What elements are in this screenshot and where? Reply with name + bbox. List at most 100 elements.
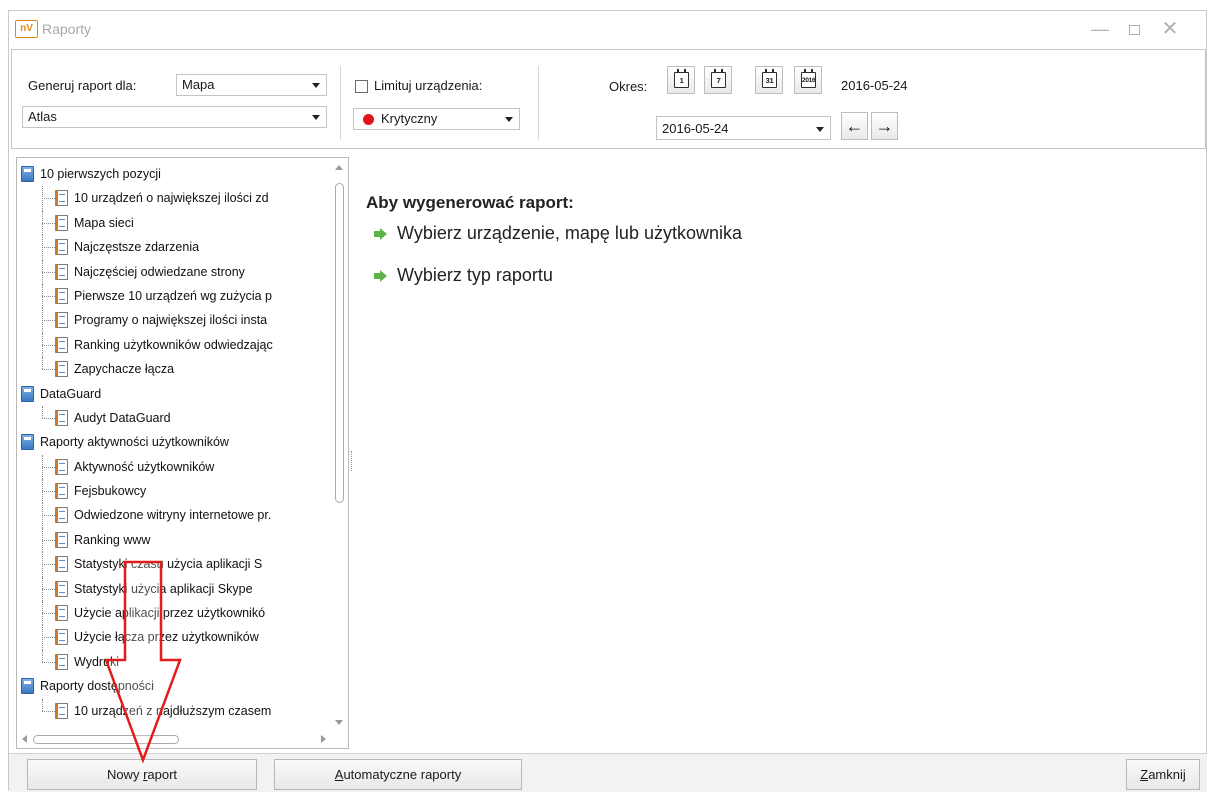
- severity-value: Krytyczny: [381, 111, 438, 126]
- calendar-icon: 7: [711, 69, 726, 88]
- previous-date-button[interactable]: ←: [841, 112, 868, 140]
- period-31-days-button[interactable]: 31: [755, 66, 783, 94]
- scrollbar-thumb[interactable]: [33, 735, 179, 744]
- tree-item[interactable]: Wydruki: [17, 649, 327, 674]
- tree-connector: [42, 588, 55, 590]
- tree-folder[interactable]: Raporty dostępności: [17, 674, 327, 698]
- tree-item[interactable]: Mapa sieci: [17, 210, 327, 236]
- date-picker[interactable]: 2016-05-24: [656, 116, 831, 140]
- tree-item[interactable]: Audyt DataGuard: [17, 405, 327, 430]
- tree-item-label: Mapa sieci: [74, 215, 134, 230]
- tree-item[interactable]: Programy o największej ilości insta: [17, 308, 327, 333]
- tree-item[interactable]: Fejsbukowcy: [17, 479, 327, 504]
- report-document-icon: [55, 483, 68, 500]
- tree-item[interactable]: Odwiedzone witryny internetowe pr.: [17, 503, 327, 528]
- tree-item-label: Najczęstsze zdarzenia: [74, 240, 200, 255]
- tree-folder[interactable]: DataGuard: [17, 382, 327, 406]
- instruction-item: Wybierz urządzenie, mapę lub użytkownika: [374, 223, 742, 244]
- period-1-day-button[interactable]: 1: [667, 66, 695, 94]
- tree-connector: [42, 649, 43, 662]
- tree-folder[interactable]: Raporty aktywności użytkowników: [17, 430, 327, 454]
- bottom-bar: Nowy raport Automatyczne raporty Zamknij: [9, 753, 1207, 792]
- tree-item[interactable]: 10 urządzeń o największej ilości zd: [17, 186, 327, 211]
- tree-connector: [42, 247, 55, 249]
- tree-item-label: Ranking użytkowników odwiedzając: [74, 337, 273, 352]
- tree-item[interactable]: Użycie aplikacji przez użytkownikó: [17, 601, 327, 626]
- instructions-title: Aby wygenerować raport:: [366, 193, 574, 212]
- tree-item[interactable]: Aktywność użytkowników: [17, 454, 327, 480]
- calendar-icon: 2016: [801, 69, 816, 88]
- maximize-button[interactable]: [1121, 17, 1147, 41]
- tree-item-label: 10 pierwszych pozycji: [40, 167, 161, 181]
- tree-item[interactable]: Zapychacze łącza: [17, 357, 327, 381]
- new-report-button[interactable]: Nowy raport: [27, 759, 257, 790]
- green-arrow-icon: [374, 270, 388, 282]
- arrow-right-icon: →: [875, 116, 894, 136]
- tree-item[interactable]: Statystyki użycia aplikacji Skype: [17, 576, 327, 602]
- tree-vertical-scrollbar[interactable]: [331, 159, 347, 729]
- period-label: Okres:: [609, 79, 648, 94]
- tree-connector: [42, 601, 43, 626]
- generate-for-select[interactable]: Mapa: [176, 74, 327, 96]
- toolbar-separator: [538, 66, 539, 140]
- report-document-icon: [55, 336, 68, 353]
- tree-item[interactable]: Pierwsze 10 urządzeń wg zużycia p: [17, 283, 327, 309]
- report-document-icon: [55, 531, 68, 548]
- tree-item-label: Pierwsze 10 urządzeń wg zużycia p: [74, 288, 273, 303]
- tree-item[interactable]: Najczęstsze zdarzenia: [17, 235, 327, 260]
- automatic-reports-button[interactable]: Automatyczne raporty: [274, 759, 522, 790]
- tree-item[interactable]: 10 urządzeń z najdłuższym czasem: [17, 698, 327, 723]
- tree-item[interactable]: Statystyki czasu użycia aplikacji S: [17, 552, 327, 577]
- scrollbar-thumb[interactable]: [335, 183, 344, 503]
- severity-select[interactable]: Krytyczny: [353, 108, 520, 130]
- tree-item[interactable]: Ranking użytkowników odwiedzając: [17, 332, 327, 358]
- tree-connector: [42, 454, 43, 480]
- instruction-item: Wybierz typ raportu: [374, 265, 553, 286]
- period-year-button[interactable]: 2016: [794, 66, 822, 94]
- report-folder-icon: [21, 434, 34, 451]
- report-document-icon: [55, 702, 68, 719]
- calendar-icon: 1: [674, 69, 689, 88]
- tree-item-label: Fejsbukowcy: [74, 484, 147, 499]
- report-tree[interactable]: 10 pierwszych pozycji 10 urządzeń o najwi…: [16, 157, 349, 749]
- tree-connector: [42, 357, 43, 370]
- tree-connector: [42, 539, 55, 541]
- tree-connector: [42, 698, 43, 711]
- app-logo-icon: nV: [15, 20, 38, 38]
- limit-devices-label: Limituj urządzenia:: [374, 78, 483, 93]
- critical-severity-icon: [363, 114, 374, 125]
- minimize-button[interactable]: —: [1087, 17, 1113, 41]
- date-value: 2016-05-24: [662, 121, 729, 136]
- tree-connector: [42, 198, 55, 200]
- tree-item-label: Raporty dostępności: [40, 679, 154, 694]
- tree-folder[interactable]: 10 pierwszych pozycji: [17, 162, 327, 186]
- tree-connector: [42, 271, 55, 273]
- report-document-icon: [55, 190, 68, 207]
- report-folder-icon: [21, 166, 34, 182]
- tree-connector: [42, 186, 43, 211]
- target-select[interactable]: Atlas: [22, 106, 327, 128]
- scroll-left-icon[interactable]: [22, 735, 27, 743]
- tree-connector: [42, 479, 43, 504]
- panel-splitter[interactable]: [351, 451, 353, 471]
- period-7-days-button[interactable]: 7: [704, 66, 732, 94]
- report-document-icon: [55, 312, 68, 329]
- scroll-right-icon[interactable]: [321, 735, 326, 743]
- next-date-button[interactable]: →: [871, 112, 898, 140]
- report-document-icon: [55, 239, 68, 256]
- tree-item[interactable]: Najczęściej odwiedzane strony: [17, 259, 327, 284]
- tree-connector: [42, 417, 55, 419]
- tree-connector: [42, 344, 55, 346]
- tree-connector: [42, 295, 55, 297]
- close-window-button[interactable]: ✕: [1157, 17, 1183, 41]
- tree-item-label: Raporty aktywności użytkowników: [40, 435, 229, 450]
- scroll-down-icon[interactable]: [335, 720, 343, 725]
- toolbar: Generuj raport dla: Mapa Atlas Limituj u…: [11, 49, 1206, 149]
- tree-horizontal-scrollbar[interactable]: [18, 731, 330, 747]
- scroll-up-icon[interactable]: [335, 165, 343, 170]
- limit-devices-checkbox[interactable]: [355, 80, 368, 93]
- tree-item[interactable]: Użycie łącza przez użytkowników: [17, 625, 327, 650]
- close-button[interactable]: Zamknij: [1126, 759, 1200, 790]
- calendar-icon: 31: [762, 69, 777, 88]
- tree-item[interactable]: Ranking www: [17, 527, 327, 553]
